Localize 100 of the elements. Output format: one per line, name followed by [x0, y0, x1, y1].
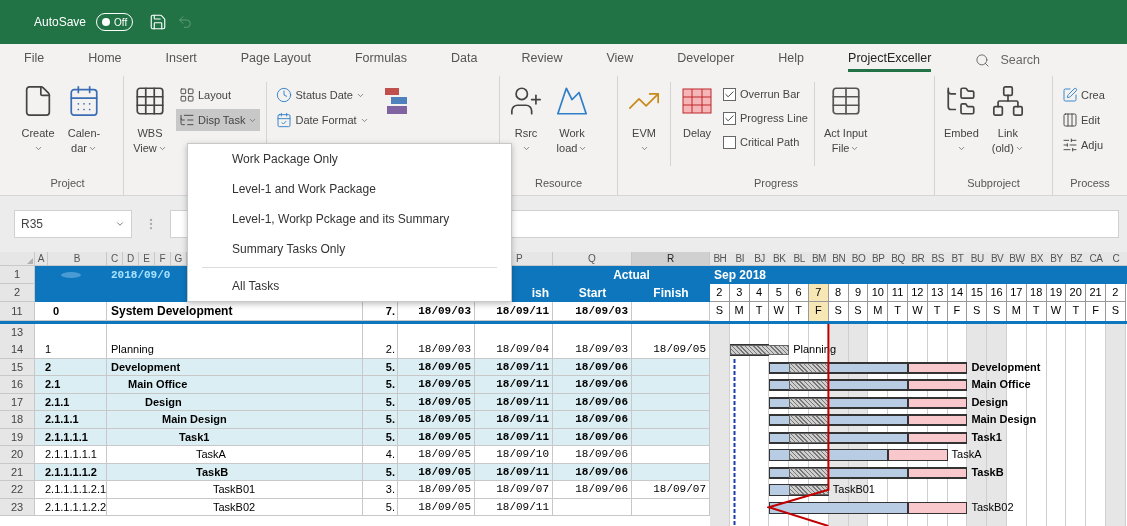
column-header[interactable]: A — [35, 252, 48, 265]
column-header[interactable]: BR — [907, 252, 928, 265]
ribbon-tab[interactable]: Formulas — [354, 48, 408, 72]
search-field[interactable]: Search — [1000, 50, 1091, 70]
day-number: 2 — [710, 284, 730, 302]
ribbon-button[interactable]: WBS View — [130, 82, 170, 156]
row-number[interactable]: 20 — [0, 446, 35, 464]
ribbon-tab[interactable]: Help — [778, 48, 805, 72]
column-header[interactable]: BQ — [888, 252, 908, 265]
bar-label: Task1 — [971, 429, 1002, 445]
ribbon-button[interactable]: Embed — [941, 82, 982, 153]
checkbox[interactable] — [723, 135, 736, 149]
ribbon-tab[interactable]: Data — [451, 48, 478, 72]
ribbon-button[interactable]: Layout — [176, 84, 261, 106]
column-header[interactable]: BZ — [1066, 252, 1087, 265]
columns-icon — [1062, 112, 1078, 128]
day-number: 16 — [987, 284, 1007, 302]
table-cell: 18/09/03 — [398, 341, 475, 359]
column-header[interactable]: F — [155, 252, 171, 265]
column-header[interactable]: D — [123, 252, 139, 265]
row-number[interactable]: 16 — [0, 376, 35, 394]
ribbon-button[interactable]: Create — [18, 82, 58, 153]
row-number[interactable]: 13 — [0, 324, 35, 342]
column-header[interactable]: BJ — [749, 252, 770, 265]
ribbon-tab[interactable]: View — [606, 48, 634, 72]
ribbon-button[interactable]: Link (old) — [987, 82, 1028, 156]
column-header[interactable]: C — [107, 252, 123, 265]
checkbox[interactable] — [723, 111, 736, 125]
column-header[interactable]: BS — [927, 252, 948, 265]
column-header[interactable]: BT — [947, 252, 968, 265]
group-label: Subproject — [967, 175, 1020, 191]
column-header[interactable]: BN — [828, 252, 849, 265]
day-number: 15 — [967, 284, 988, 302]
bar-label: TaskB02 — [971, 499, 1014, 515]
column-header[interactable]: BL — [789, 252, 809, 265]
ribbon-button[interactable]: Edit — [1059, 109, 1108, 131]
row-number[interactable]: 18 — [0, 411, 35, 429]
column-header[interactable]: C — [1105, 252, 1126, 265]
table-cell: 5. — [363, 411, 398, 429]
row-number[interactable]: 14 — [0, 341, 35, 359]
ribbon-tab[interactable]: Insert — [165, 48, 197, 72]
table-cell: 2.1.1.1.1.1 — [35, 446, 107, 464]
day-number: 14 — [947, 284, 968, 302]
column-header[interactable]: BX — [1026, 252, 1047, 265]
checkbox[interactable] — [723, 87, 736, 101]
column-header[interactable]: B — [48, 252, 107, 265]
bar-label: Development — [971, 359, 1041, 375]
group-label: Process — [1070, 175, 1110, 191]
ribbon-tab[interactable]: Developer — [677, 48, 735, 72]
day-number: 17 — [1006, 284, 1027, 302]
column-header[interactable]: E — [139, 252, 155, 265]
column-header[interactable]: BM — [809, 252, 829, 265]
column-header[interactable]: BK — [769, 252, 790, 265]
ribbon-button[interactable]: EVM — [624, 82, 664, 153]
ribbon-button[interactable]: Calen- dar — [64, 82, 104, 156]
search-icon[interactable] — [975, 52, 991, 68]
column-header[interactable]: BV — [987, 252, 1007, 265]
checkbox-label[interactable]: Overrun Bar — [740, 85, 800, 103]
ribbon-button[interactable]: Status Date — [273, 84, 372, 106]
ribbon-tab[interactable]: File — [24, 48, 45, 72]
table-cell: 3. — [363, 481, 398, 499]
bar-label: TaskB — [971, 464, 1004, 480]
column-header[interactable]: BO — [848, 252, 869, 265]
name-box[interactable]: R35 — [14, 210, 132, 238]
ribbon-tab[interactable]: Review — [521, 48, 563, 72]
row-number[interactable]: 1 — [0, 266, 35, 284]
header-cell: Start — [553, 284, 632, 302]
ribbon-button[interactable]: Act Input File — [820, 82, 871, 156]
column-header[interactable]: BW — [1006, 252, 1027, 265]
person-add-icon — [509, 84, 543, 118]
row-number[interactable]: 11 — [0, 302, 35, 321]
ribbon-tab[interactable]: Page Layout — [240, 48, 311, 72]
row-number[interactable]: 22 — [0, 481, 35, 499]
ribbon-tab[interactable]: Home — [88, 48, 122, 72]
ribbon-button[interactable]: Crea — [1059, 84, 1108, 106]
ribbon-button[interactable]: Work load — [552, 82, 592, 156]
save-icon[interactable] — [149, 13, 168, 31]
column-header[interactable]: BU — [967, 252, 988, 265]
column-header[interactable]: BP — [868, 252, 889, 265]
table-cell: 4. — [363, 446, 398, 464]
menu-item[interactable]: Level-1, Workp Pckage and its Summary — [188, 204, 511, 234]
row-number[interactable]: 2 — [0, 284, 35, 302]
ribbon-button[interactable]: Disp Task — [176, 109, 261, 131]
checkbox-label[interactable]: Critical Path — [740, 133, 800, 151]
table-cell: 18/09/03 — [553, 341, 632, 359]
ribbon-button[interactable]: Delay — [677, 82, 717, 141]
table-cell: 2.1.1.1 — [35, 411, 107, 429]
checkbox-label[interactable]: Progress Line — [740, 109, 808, 127]
column-header[interactable]: R — [632, 252, 710, 265]
ribbon-tab[interactable]: ProjectExceller — [848, 48, 932, 72]
menu-item[interactable]: Level-1 and Work Package — [188, 174, 511, 204]
table-cell: 18/09/06 — [553, 446, 632, 464]
column-header[interactable]: BH — [710, 252, 730, 265]
table-cell: 18/09/11 — [475, 411, 553, 429]
ribbon-button[interactable]: Adju — [1059, 134, 1108, 156]
autosave-label: AutoSave — [34, 14, 87, 31]
column-header[interactable]: BI — [729, 252, 750, 265]
column-header[interactable]: BY — [1046, 252, 1067, 265]
column-header[interactable]: CA — [1086, 252, 1106, 265]
ribbon-button[interactable]: Date Format — [273, 109, 372, 131]
